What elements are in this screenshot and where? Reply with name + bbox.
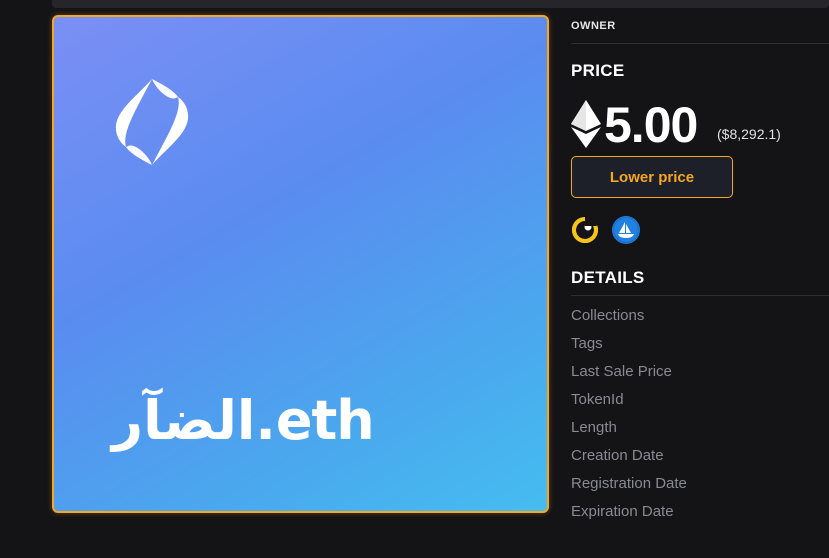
rarible-marketplace-icon[interactable] [571, 216, 599, 244]
detail-token-id: TokenId [571, 391, 624, 408]
top-bar [52, 0, 829, 8]
detail-registration-date: Registration Date [571, 475, 687, 492]
detail-collections: Collections [571, 307, 645, 324]
opensea-marketplace-icon[interactable] [612, 216, 640, 244]
nft-image-card[interactable]: الضآر.eth [52, 15, 549, 513]
eth-icon [571, 100, 601, 148]
nft-name: الضآر.eth [112, 389, 375, 452]
owner-label: OWNER [571, 20, 616, 32]
divider [571, 43, 829, 44]
price-value: 5.00 [604, 97, 698, 153]
price-usd: ($8,292.1) [717, 126, 781, 142]
details-title: DETAILS [571, 268, 645, 287]
detail-expiration-date: Expiration Date [571, 503, 674, 520]
detail-creation-date: Creation Date [571, 447, 664, 464]
ens-logo-icon [115, 79, 189, 165]
detail-last-sale-price: Last Sale Price [571, 363, 672, 380]
divider [571, 295, 829, 296]
details-list: Collections Tags Last Sale Price TokenId… [571, 306, 687, 530]
detail-length: Length [571, 419, 617, 436]
price-title: PRICE [571, 61, 625, 80]
price-row: 5.00 ($8,292.1) [571, 97, 829, 153]
lower-price-button[interactable]: Lower price [571, 156, 733, 198]
detail-tags: Tags [571, 335, 603, 352]
